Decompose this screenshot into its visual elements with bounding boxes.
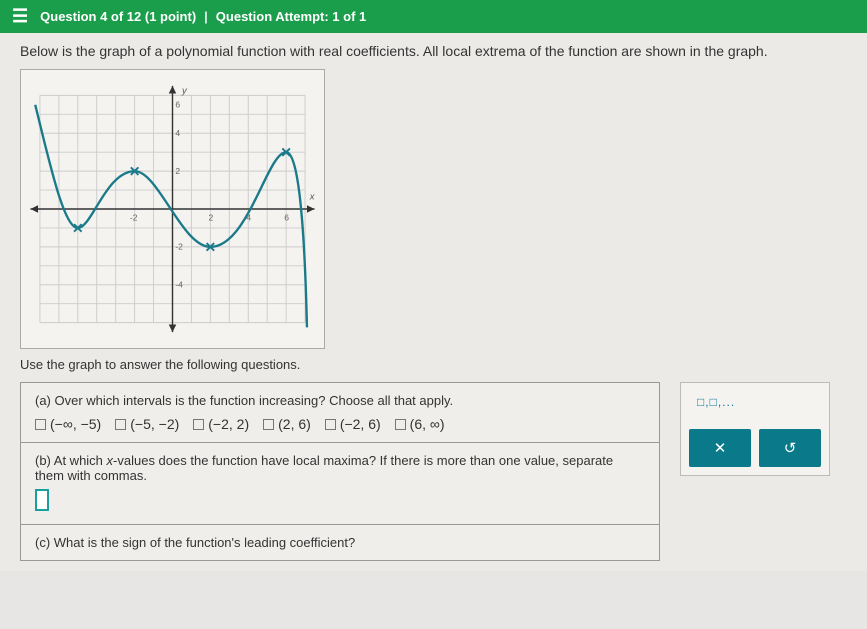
question-a-text: (a) Over which intervals is the function… — [35, 393, 645, 408]
svg-text:-2: -2 — [175, 242, 183, 252]
svg-text:-4: -4 — [175, 280, 183, 290]
x-icon: ✕ — [714, 439, 727, 457]
svg-text:4: 4 — [175, 128, 180, 138]
checkbox-icon — [193, 419, 204, 430]
undo-icon: ↺ — [784, 439, 797, 457]
checkbox-icon — [263, 419, 274, 430]
question-a-options: (−∞, −5) (−5, −2) (−2, 2) (2, 6) (−2, 6)… — [35, 416, 645, 432]
question-b-suffix: -values does the function have local max… — [35, 453, 613, 483]
checkbox-icon — [325, 419, 336, 430]
question-c-text: (c) What is the sign of the function's l… — [35, 535, 355, 550]
checkbox-icon — [395, 419, 406, 430]
tool-panel: □,□,... ✕ ↺ — [680, 382, 830, 476]
svg-text:6: 6 — [284, 212, 289, 222]
svg-text:2: 2 — [175, 166, 180, 176]
checkbox-icon — [35, 419, 46, 430]
svg-text:y: y — [181, 85, 188, 96]
menu-icon[interactable]: ☰ — [12, 6, 28, 27]
header-divider: | — [204, 9, 208, 24]
question-position: Question 4 of 12 (1 point) — [40, 9, 196, 24]
reset-button[interactable]: ↺ — [759, 429, 821, 467]
svg-text:-2: -2 — [130, 212, 138, 222]
main-prompt: Below is the graph of a polynomial funct… — [20, 43, 847, 59]
answer-input-b[interactable] — [35, 489, 49, 511]
polynomial-graph: x y -2 2 4 6 2 -2 4 -4 6 — [21, 70, 324, 348]
question-b-prefix: (b) At which — [35, 453, 107, 468]
svg-text:6: 6 — [175, 100, 180, 110]
content-area: Below is the graph of a polynomial funct… — [0, 33, 867, 571]
option-2[interactable]: (−5, −2) — [115, 416, 179, 432]
question-c: (c) What is the sign of the function's l… — [21, 525, 659, 560]
question-b: (b) At which x-values does the function … — [21, 443, 659, 525]
interval-tool-button[interactable]: □,□,... — [689, 391, 743, 413]
checkbox-icon — [115, 419, 126, 430]
question-attempt: Question Attempt: 1 of 1 — [216, 9, 366, 24]
option-5[interactable]: (−2, 6) — [325, 416, 381, 432]
svg-text:x: x — [309, 192, 315, 203]
option-3[interactable]: (−2, 2) — [193, 416, 249, 432]
graph-container: x y -2 2 4 6 2 -2 4 -4 6 — [20, 69, 325, 349]
question-table: (a) Over which intervals is the function… — [20, 382, 660, 561]
svg-text:2: 2 — [208, 212, 213, 222]
sub-prompt: Use the graph to answer the following qu… — [20, 357, 847, 372]
polynomial-curve — [35, 105, 307, 328]
question-a: (a) Over which intervals is the function… — [21, 383, 659, 443]
top-header: ☰ Question 4 of 12 (1 point) | Question … — [0, 0, 867, 33]
clear-button[interactable]: ✕ — [689, 429, 751, 467]
option-4[interactable]: (2, 6) — [263, 416, 311, 432]
option-6[interactable]: (6, ∞) — [395, 416, 445, 432]
option-1[interactable]: (−∞, −5) — [35, 416, 101, 432]
extrema-markers — [74, 148, 290, 250]
